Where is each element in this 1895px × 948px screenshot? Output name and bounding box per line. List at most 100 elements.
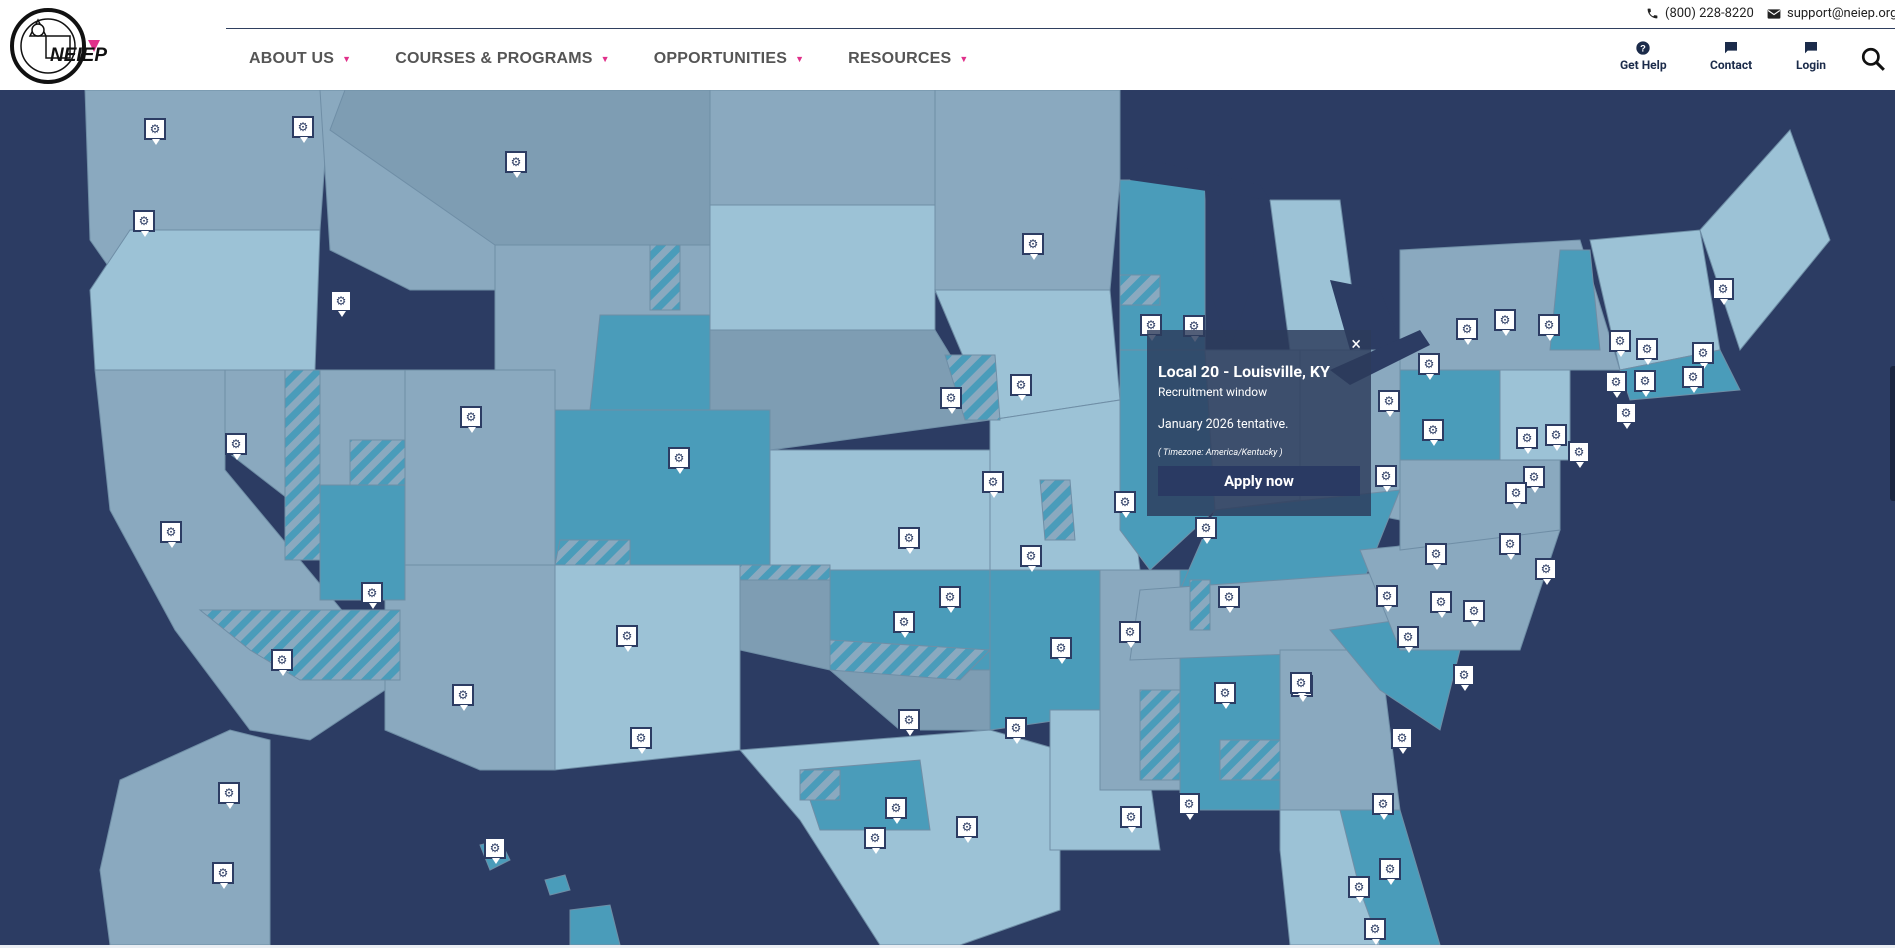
nav-about-us[interactable]: ABOUT US ▼ [249,50,351,68]
gear-map-pin-icon[interactable]: ⚙ [1609,330,1631,357]
gear-map-pin-icon[interactable]: ⚙ [1545,424,1567,451]
gear-map-pin-icon[interactable]: ⚙ [1636,338,1658,365]
state-hawaii-3[interactable] [569,904,621,945]
gear-map-pin-icon[interactable]: ⚙ [1615,402,1637,429]
gear-map-pin-icon[interactable]: ⚙ [361,582,383,609]
state-arizona[interactable] [384,564,556,771]
nav-resources[interactable]: RESOURCES ▼ [848,50,968,68]
gear-map-pin-icon[interactable]: ⚙ [1422,419,1444,446]
gear-map-pin-icon[interactable]: ⚙ [1378,390,1400,417]
gear-map-pin-icon[interactable]: ⚙ [1453,664,1475,691]
gear-map-pin-icon[interactable]: ⚙ [460,406,482,433]
gear-map-pin-icon[interactable]: ⚙ [160,521,182,548]
us-map[interactable]: ⚙ ⚙ ⚙ ⚙ ⚙ ⚙ ⚙ ⚙ ⚙ ⚙ ⚙ ⚙ ⚙ ⚙ ⚙ ⚙ ⚙ ⚙ ⚙ ⚙ … [0,90,1895,945]
gear-map-pin-icon[interactable]: ⚙ [1391,727,1413,754]
gear-map-pin-icon[interactable]: ⚙ [1538,314,1560,341]
gear-map-pin-icon[interactable]: ⚙ [630,727,652,754]
gear-map-pin-icon[interactable]: ⚙ [1195,517,1217,544]
gear-map-pin-icon[interactable]: ⚙ [893,611,915,638]
nav-courses-programs[interactable]: COURSES & PROGRAMS ▼ [395,50,610,68]
gear-map-pin-icon[interactable]: ⚙ [1634,370,1656,397]
close-icon[interactable]: × [1351,334,1361,355]
gear-map-pin-icon[interactable]: ⚙ [1375,465,1397,492]
gear-map-pin-icon[interactable]: ⚙ [1214,682,1236,709]
gear-map-pin-icon[interactable]: ⚙ [1005,717,1027,744]
state-alaska[interactable] [99,729,271,945]
gear-map-pin-icon[interactable]: ⚙ [292,116,314,143]
gear-map-pin-icon[interactable]: ⚙ [271,649,293,676]
region-wy-teal[interactable] [589,314,711,411]
gear-map-pin-icon[interactable]: ⚙ [218,782,240,809]
nav-opportunities[interactable]: OPPORTUNITIES ▼ [654,50,804,68]
email-link[interactable]: support@neiep.org [1767,6,1895,21]
gear-map-pin-icon[interactable]: ⚙ [1418,353,1440,380]
gear-map-pin-icon[interactable]: ⚙ [505,151,527,178]
gear-map-pin-icon[interactable]: ⚙ [1114,491,1136,518]
gear-map-pin-icon[interactable]: ⚙ [225,433,247,460]
gear-map-pin-icon[interactable]: ⚙ [1516,427,1538,454]
gear-map-pin-icon[interactable]: ⚙ [939,586,961,613]
gear-map-pin-icon[interactable]: ⚙ [144,118,166,145]
gear-map-pin-icon[interactable]: ⚙ [1178,793,1200,820]
state-maine[interactable] [1699,129,1831,352]
gear-map-pin-icon[interactable]: ⚙ [864,827,886,854]
gear-map-pin-icon[interactable]: ⚙ [1568,441,1590,468]
gear-map-pin-icon[interactable]: ⚙ [982,471,1004,498]
gear-map-pin-icon[interactable]: ⚙ [1372,793,1394,820]
state-minnesota[interactable] [934,90,1121,291]
state-pennsylvania[interactable] [1399,369,1501,461]
gear-map-pin-icon[interactable]: ⚙ [1120,806,1142,833]
gear-map-pin-icon[interactable]: ⚙ [1379,858,1401,885]
gear-map-pin-icon[interactable]: ⚙ [1712,278,1734,305]
gear-map-pin-icon[interactable]: ⚙ [668,447,690,474]
phone-link[interactable]: (800) 228-8220 [1646,6,1754,21]
gear-map-pin-icon[interactable]: ⚙ [1605,371,1627,398]
state-hawaii-2[interactable] [544,874,571,896]
gear-map-pin-icon[interactable]: ⚙ [898,527,920,554]
login-link[interactable]: Login [1796,40,1826,72]
gear-map-pin-icon[interactable]: ⚙ [1022,233,1044,260]
gear-map-pin-icon[interactable]: ⚙ [956,816,978,843]
neiep-logo[interactable]: NEIEP [10,6,118,84]
state-north-dakota[interactable] [709,90,936,206]
gear-map-pin-icon[interactable]: ⚙ [1456,318,1478,345]
gear-map-pin-icon[interactable]: ⚙ [1376,585,1398,612]
gear-map-pin-icon[interactable]: ⚙ [940,387,962,414]
state-oregon[interactable] [89,229,321,371]
gear-map-pin-icon[interactable]: ⚙ [616,625,638,652]
gear-map-pin-icon[interactable]: ⚙ [898,709,920,736]
state-utah[interactable] [404,369,556,566]
gear-map-pin-icon[interactable]: ⚙ [1682,366,1704,393]
region-hatched-fl [1219,739,1281,781]
gear-map-pin-icon[interactable]: ⚙ [1505,482,1527,509]
gear-map-pin-icon[interactable]: ⚙ [1397,626,1419,653]
apply-now-button[interactable]: Apply now [1158,466,1360,496]
gear-map-pin-icon[interactable]: ⚙ [1499,533,1521,560]
gear-map-pin-icon[interactable]: ⚙ [1348,876,1370,903]
get-help-link[interactable]: ? Get Help [1620,40,1667,72]
gear-map-pin-icon[interactable]: ⚙ [330,290,352,317]
gear-map-pin-icon[interactable]: ⚙ [1364,918,1386,945]
gear-map-pin-icon[interactable]: ⚙ [212,862,234,889]
gear-map-pin-icon[interactable]: ⚙ [1425,543,1447,570]
gear-map-pin-icon[interactable]: ⚙ [1010,374,1032,401]
state-south-dakota[interactable] [709,204,936,331]
gear-map-pin-icon[interactable]: ⚙ [1494,309,1516,336]
contact-link[interactable]: Contact [1710,40,1752,72]
gear-map-pin-icon[interactable]: ⚙ [1463,600,1485,627]
search-icon[interactable] [1860,46,1886,72]
gear-map-pin-icon[interactable]: ⚙ [1020,545,1042,572]
side-scroll-tab[interactable] [1890,366,1895,501]
gear-map-pin-icon[interactable]: ⚙ [1290,672,1312,699]
gear-map-pin-icon[interactable]: ⚙ [1692,342,1714,369]
gear-map-pin-icon[interactable]: ⚙ [1430,591,1452,618]
gear-map-pin-icon[interactable]: ⚙ [1050,637,1072,664]
gear-map-pin-icon[interactable]: ⚙ [452,684,474,711]
gear-map-pin-icon[interactable]: ⚙ [1218,586,1240,613]
gear-map-pin-icon[interactable]: ⚙ [1535,558,1557,585]
state-kansas[interactable] [769,449,991,571]
gear-map-pin-icon[interactable]: ⚙ [885,797,907,824]
gear-map-pin-icon[interactable]: ⚙ [133,210,155,237]
gear-map-pin-icon[interactable]: ⚙ [1119,621,1141,648]
gear-map-pin-icon[interactable]: ⚙ [484,837,506,864]
